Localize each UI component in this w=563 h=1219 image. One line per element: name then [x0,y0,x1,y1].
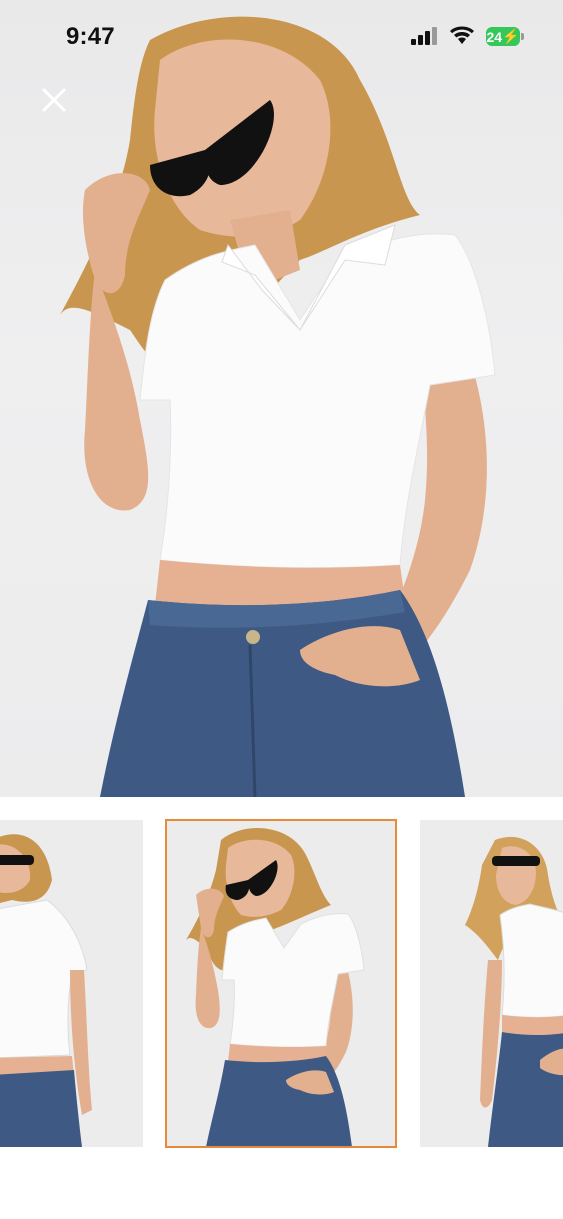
thumbnail-image [186,828,365,1147]
thumbnail-3[interactable] [420,820,563,1147]
status-time: 9:47 [66,23,115,50]
thumbnail-strip [0,797,563,1219]
status-bar: 9:47 24 ⚡ [0,0,563,76]
bolt-icon: ⚡ [502,28,520,44]
thumbnail-1[interactable] [0,820,143,1147]
thumbnail-image [465,836,563,1147]
model-photo [60,16,496,797]
wifi-icon [449,26,475,51]
battery-level: 24 [486,28,503,45]
battery-charging-icon: 24 ⚡ [486,27,524,46]
thumbnail-2-selected[interactable] [165,819,397,1148]
cellular-signal-icon [411,27,439,50]
close-icon [42,88,66,112]
main-product-image[interactable]: 9:47 24 ⚡ [0,0,563,797]
close-button[interactable] [38,84,70,116]
thumbnail-image [0,834,92,1147]
